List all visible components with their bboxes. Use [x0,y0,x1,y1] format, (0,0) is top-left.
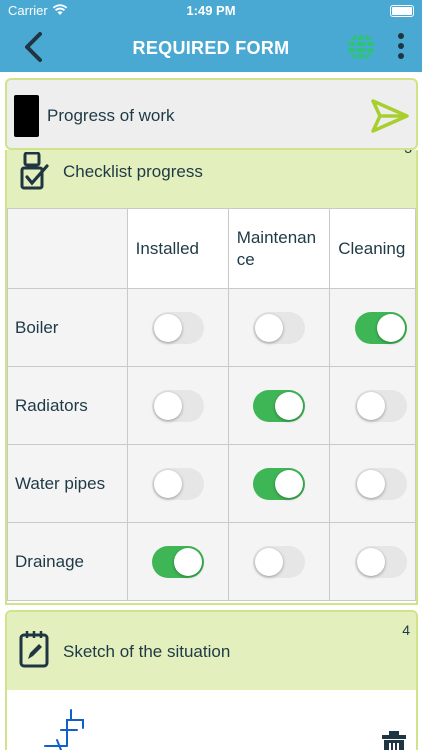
sketch-drawing[interactable] [37,706,107,750]
toggle-switch[interactable] [355,389,408,422]
toggle-switch[interactable] [355,467,408,500]
nav-bar: REQUIRED FORM [0,22,422,72]
table-row: Radiators [7,366,416,445]
toggle-switch[interactable] [151,389,204,422]
globe-icon[interactable] [346,32,376,62]
checklist-number: 3 [404,150,412,156]
column-header-maintenance: Maintenan ce [227,208,331,289]
checklist-header: 3 Checklist progress [7,150,416,208]
send-icon[interactable] [369,97,411,135]
clock: 1:49 PM [186,3,236,18]
row-label: Radiators [7,366,128,445]
black-block [14,95,39,137]
sketch-header: 4 Sketch of the situation [7,612,416,690]
column-header-installed: Installed [126,208,229,289]
status-bar: Carrier 1:49 PM [0,0,422,22]
sketch-pad-icon [19,631,49,668]
battery-icon [390,5,414,17]
more-vertical-icon[interactable] [392,29,410,65]
column-header-cleaning: Cleaning [329,208,416,289]
checklist-icon [20,152,49,190]
sketch-title: Sketch of the situation [63,642,231,661]
toggle-switch[interactable] [355,545,408,578]
toggle-switch[interactable] [151,545,204,578]
sketch-card: 4 Sketch of the situation [5,610,418,750]
table-row: Boiler [7,288,416,367]
row-label: Boiler [7,288,128,367]
row-label: Water pipes [7,444,128,523]
row-label: Drainage [7,522,128,601]
table-header-row: Installed Maintenan ce Cleaning [7,208,416,289]
checklist-title: Checklist progress [63,162,203,181]
toggle-switch[interactable] [252,467,305,500]
trash-icon[interactable] [379,730,409,750]
column-header-empty [7,208,128,289]
toggle-switch[interactable] [151,467,204,500]
table-row: Water pipes [7,444,416,523]
toggle-switch[interactable] [252,389,305,422]
toggle-switch[interactable] [252,311,305,344]
checklist-table: Installed Maintenan ce Cleaning Boiler R… [7,208,416,601]
toggle-switch[interactable] [252,545,305,578]
toggle-switch[interactable] [151,311,204,344]
progress-card[interactable]: Progress of work [5,78,418,150]
sketch-number: 4 [402,622,410,638]
checklist-card: 3 Checklist progress Installed Maintenan… [5,150,418,605]
table-row: Drainage [7,522,416,601]
progress-label: Progress of work [47,106,175,125]
toggle-switch[interactable] [355,311,408,344]
